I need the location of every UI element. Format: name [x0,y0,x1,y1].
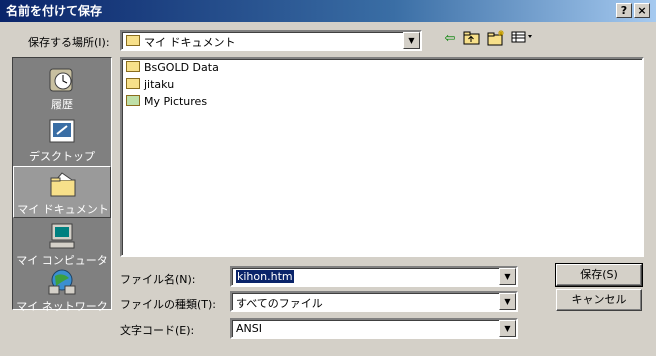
my-computer-icon [47,222,77,250]
new-folder-icon[interactable] [486,30,506,48]
place-history[interactable]: 履歴 [13,62,111,114]
location-value: マイ ドキュメント [144,36,236,49]
places-bar: 履歴 デスクトップ マイ ドキュメント マイ コンピュータ マイ ネットワーク [12,57,112,313]
cancel-button[interactable]: キャンセル [556,289,642,311]
my-network-icon [47,268,77,296]
history-icon [47,66,77,94]
filetype-value: すべてのファイル [236,297,323,310]
place-label: 履歴 [51,98,73,111]
window-title: 名前を付けて保存 [6,4,103,18]
filename-value: kihon.htm [236,270,294,283]
filename-dropdown-button[interactable]: ▼ [499,268,516,285]
place-desktop[interactable]: デスクトップ [13,114,111,166]
filetype-select[interactable]: すべてのファイル ▼ [230,291,518,312]
filename-label: ファイル名(N): [120,273,196,286]
place-my-computer[interactable]: マイ コンピュータ [13,218,111,270]
up-folder-icon[interactable] [462,30,482,48]
save-in-label: 保存する場所(I): [28,36,110,49]
place-my-documents[interactable]: マイ ドキュメント [13,166,111,218]
encoding-dropdown-button[interactable]: ▼ [499,320,516,337]
place-my-network[interactable]: マイ ネットワーク [13,264,111,316]
place-label: マイ ドキュメント [17,203,109,216]
pictures-folder-icon [126,95,140,106]
filetype-label: ファイルの種類(T): [120,298,217,311]
location-combo[interactable]: マイ ドキュメント ▼ [120,30,422,51]
encoding-value: ANSI [236,322,262,335]
back-arrow-icon[interactable]: ⇦ [440,30,460,48]
list-item[interactable]: BsGOLD Data [126,60,219,76]
help-button[interactable]: ? [616,3,632,18]
title-bar: 名前を付けて保存 [0,0,656,22]
folder-icon [126,61,140,72]
folder-icon [126,78,140,89]
encoding-label: 文字コード(E): [120,324,195,337]
my-documents-icon [48,171,78,199]
desktop-icon [47,118,77,146]
close-button[interactable]: × [634,3,650,18]
list-item[interactable]: jitaku [126,77,174,93]
filename-input[interactable]: kihon.htm ▼ [230,266,518,287]
encoding-select[interactable]: ANSI ▼ [230,318,518,339]
view-menu-icon[interactable] [510,30,534,48]
save-button[interactable]: 保存(S) [555,263,643,287]
list-item[interactable]: My Pictures [126,94,207,110]
filetype-dropdown-button[interactable]: ▼ [499,293,516,310]
my-documents-small-icon [126,35,140,46]
place-label: デスクトップ [29,150,95,163]
place-label: マイ ネットワーク [16,300,108,313]
file-list[interactable]: BsGOLD Data jitaku My Pictures [120,57,644,257]
location-dropdown-button[interactable]: ▼ [403,32,420,49]
